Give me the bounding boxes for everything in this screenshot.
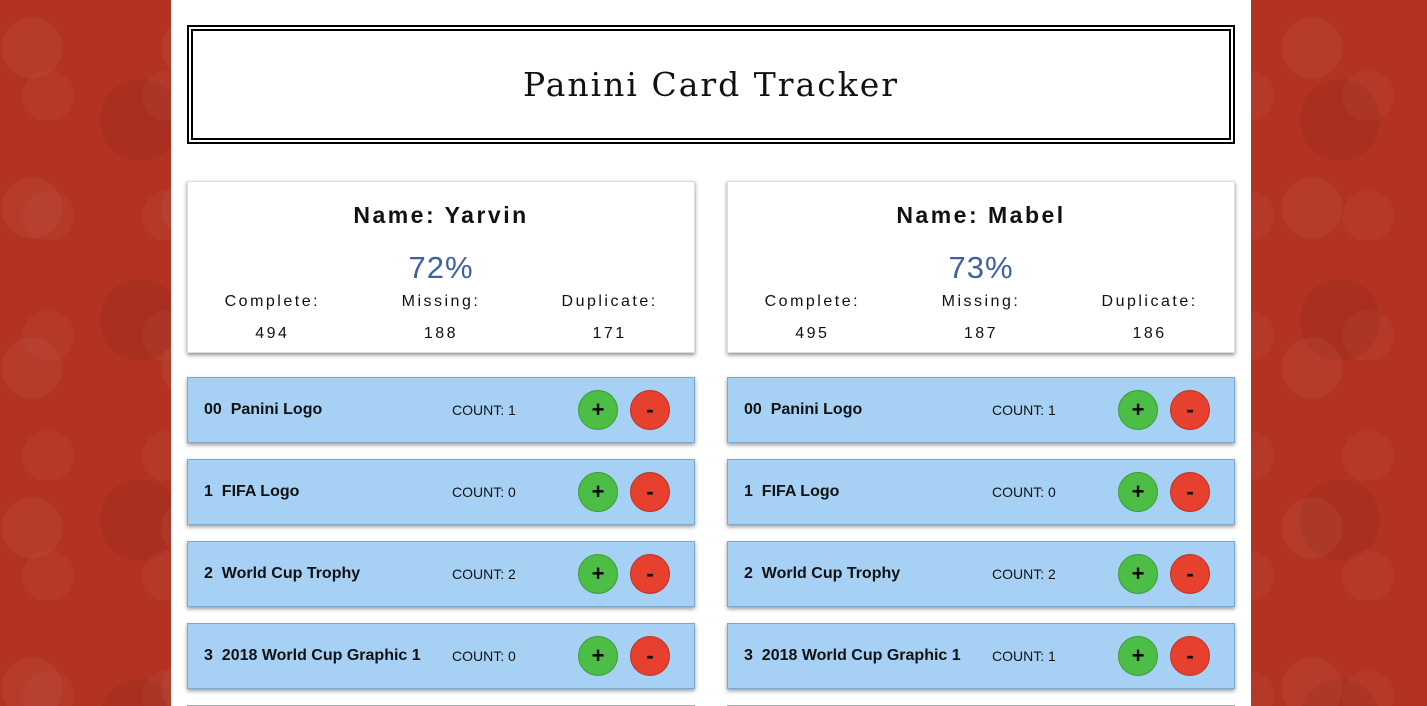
card-title: 3 2018 World Cup Graphic 1 [744, 647, 961, 664]
stat-duplicate: Duplicate: 171 [525, 293, 694, 343]
card-count: COUNT: 2 [452, 566, 516, 582]
completion-percent: 72% [408, 250, 474, 285]
stat-missing: Missing: 187 [897, 293, 1066, 343]
plus-icon: + [1131, 397, 1145, 422]
plus-icon: + [1131, 643, 1145, 668]
card-row: 3 2018 World Cup Graphic 1 COUNT: 0 + - [187, 623, 695, 689]
card-title: 1 FIFA Logo [204, 483, 300, 500]
minus-icon: - [1186, 479, 1194, 504]
card-row: 3 2018 World Cup Graphic 1 COUNT: 1 + - [727, 623, 1235, 689]
card-row: 1 FIFA Logo COUNT: 0 + - [727, 459, 1235, 525]
plus-icon: + [591, 561, 605, 586]
stat-complete-label: Complete: [224, 293, 321, 310]
stat-duplicate: Duplicate: 186 [1065, 293, 1234, 343]
stat-missing-value: 188 [423, 325, 459, 342]
completion-percent: 73% [948, 250, 1014, 285]
stat-complete-value: 494 [255, 325, 290, 342]
minus-icon: - [646, 561, 654, 586]
stats-grid: Complete: 495 Missing: 187 Duplicate: 18… [728, 293, 1234, 343]
increment-button[interactable]: + [1118, 472, 1158, 512]
decrement-button[interactable]: - [630, 472, 670, 512]
plus-icon: + [1131, 479, 1145, 504]
card-count: COUNT: 1 [992, 648, 1056, 664]
decrement-button[interactable]: - [1170, 390, 1210, 430]
minus-icon: - [646, 479, 654, 504]
increment-button[interactable]: + [578, 472, 618, 512]
card-count: COUNT: 1 [992, 402, 1056, 418]
collector-name: Name: Yarvin [353, 202, 529, 228]
card-row: 2 World Cup Trophy COUNT: 2 + - [727, 541, 1235, 607]
decrement-button[interactable]: - [630, 554, 670, 594]
collector-column-yarvin: Name: Yarvin 72% Complete: 494 Missing: … [187, 181, 695, 706]
card-row: 2 World Cup Trophy COUNT: 2 + - [187, 541, 695, 607]
minus-icon: - [646, 643, 654, 668]
decrement-button[interactable]: - [630, 390, 670, 430]
card-count: COUNT: 0 [452, 648, 516, 664]
minus-icon: - [1186, 561, 1194, 586]
increment-button[interactable]: + [578, 636, 618, 676]
stat-missing: Missing: 188 [357, 293, 526, 343]
stat-complete: Complete: 495 [728, 293, 897, 343]
plus-icon: + [1131, 561, 1145, 586]
card-title: 00 Panini Logo [204, 401, 323, 418]
plus-icon: + [591, 643, 605, 668]
card-row: 1 FIFA Logo COUNT: 0 + - [187, 459, 695, 525]
stats-grid: Complete: 494 Missing: 188 Duplicate: 17… [188, 293, 694, 343]
app-header: Panini Card Tracker [187, 25, 1235, 144]
card-title: 1 FIFA Logo [744, 483, 840, 500]
card-row: 00 Panini Logo COUNT: 1 + - [727, 377, 1235, 443]
stat-missing-label: Missing: [941, 293, 1021, 310]
increment-button[interactable]: + [578, 554, 618, 594]
card-count: COUNT: 0 [992, 484, 1056, 500]
collector-stats-card: Name: Mabel 73% Complete: 495 Missing: 1… [727, 181, 1235, 353]
increment-button[interactable]: + [578, 390, 618, 430]
stat-duplicate-label: Duplicate: [1101, 293, 1198, 310]
collector-column-mabel: Name: Mabel 73% Complete: 495 Missing: 1… [727, 181, 1235, 706]
plus-icon: + [591, 397, 605, 422]
card-count: COUNT: 0 [452, 484, 516, 500]
increment-button[interactable]: + [1118, 554, 1158, 594]
stat-complete: Complete: 494 [188, 293, 357, 343]
stat-complete-value: 495 [795, 325, 830, 342]
card-title: 00 Panini Logo [744, 401, 863, 418]
decrement-button[interactable]: - [630, 636, 670, 676]
card-title: 3 2018 World Cup Graphic 1 [204, 647, 421, 664]
minus-icon: - [1186, 397, 1194, 422]
stat-duplicate-label: Duplicate: [561, 293, 658, 310]
card-count: COUNT: 1 [452, 402, 516, 418]
plus-icon: + [591, 479, 605, 504]
app-title: Panini Card Tracker [522, 65, 900, 104]
collector-name: Name: Mabel [896, 202, 1066, 228]
stat-complete-label: Complete: [764, 293, 861, 310]
stat-missing-value: 187 [963, 325, 999, 342]
minus-icon: - [1186, 643, 1194, 668]
increment-button[interactable]: + [1118, 636, 1158, 676]
card-title: 2 World Cup Trophy [204, 565, 361, 582]
card-count: COUNT: 2 [992, 566, 1056, 582]
page-container: Panini Card Tracker Name: Yarvin 72% Com… [171, 0, 1251, 706]
minus-icon: - [646, 397, 654, 422]
decrement-button[interactable]: - [1170, 636, 1210, 676]
stat-duplicate-value: 171 [592, 325, 627, 342]
collector-stats-card: Name: Yarvin 72% Complete: 494 Missing: … [187, 181, 695, 353]
decrement-button[interactable]: - [1170, 472, 1210, 512]
increment-button[interactable]: + [1118, 390, 1158, 430]
card-title: 2 World Cup Trophy [744, 565, 901, 582]
stat-missing-label: Missing: [401, 293, 481, 310]
card-row: 00 Panini Logo COUNT: 1 + - [187, 377, 695, 443]
stat-duplicate-value: 186 [1132, 325, 1167, 342]
decrement-button[interactable]: - [1170, 554, 1210, 594]
